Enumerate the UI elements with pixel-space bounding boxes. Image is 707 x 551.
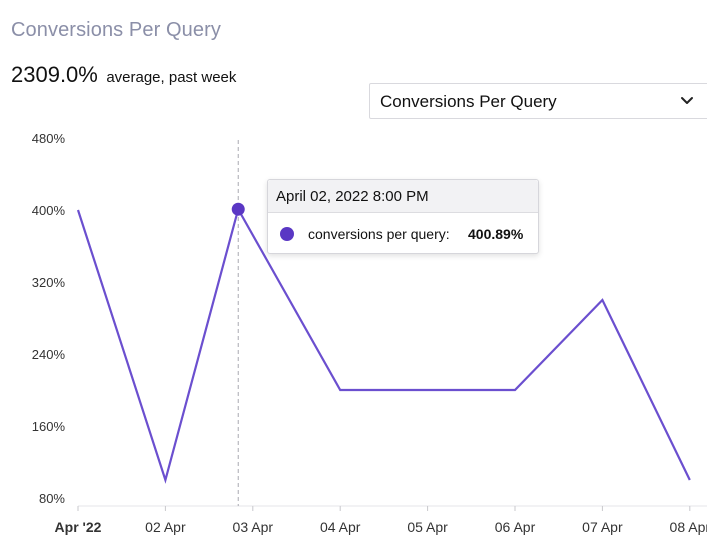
y-tick-label: 80% <box>39 491 65 506</box>
x-tick-label: 04 Apr <box>320 519 361 535</box>
highlighted-point <box>231 202 245 216</box>
x-tick-label: 06 Apr <box>495 519 536 535</box>
x-tick-label: 05 Apr <box>407 519 448 535</box>
y-tick-label: 480% <box>32 131 66 146</box>
tooltip-series-dot <box>280 227 294 241</box>
x-tick-label: 08 Apr <box>670 519 707 535</box>
line-chart: 80% 160% 240% 320% 400% 480% Apr '22 02 Apr 03 A… <box>32 131 707 535</box>
tooltip-series-label: conversions per query: <box>308 226 450 242</box>
x-tick-label: 03 Apr <box>233 519 274 535</box>
y-tick-label: 240% <box>32 347 66 362</box>
tooltip-value: 400.89% <box>468 226 524 242</box>
x-tick-label: 02 Apr <box>145 519 186 535</box>
y-tick-label: 320% <box>32 275 66 290</box>
y-tick-label: 160% <box>32 419 66 434</box>
tooltip-body: conversions per query: 400.89% <box>268 213 538 254</box>
x-tick-label: Apr '22 <box>55 519 102 535</box>
y-tick-label: 400% <box>32 203 66 218</box>
x-tick-label: 07 Apr <box>582 519 623 535</box>
tooltip-timestamp: April 02, 2022 8:00 PM <box>268 180 538 213</box>
chart-tooltip: April 02, 2022 8:00 PM conversions per q… <box>267 179 539 254</box>
